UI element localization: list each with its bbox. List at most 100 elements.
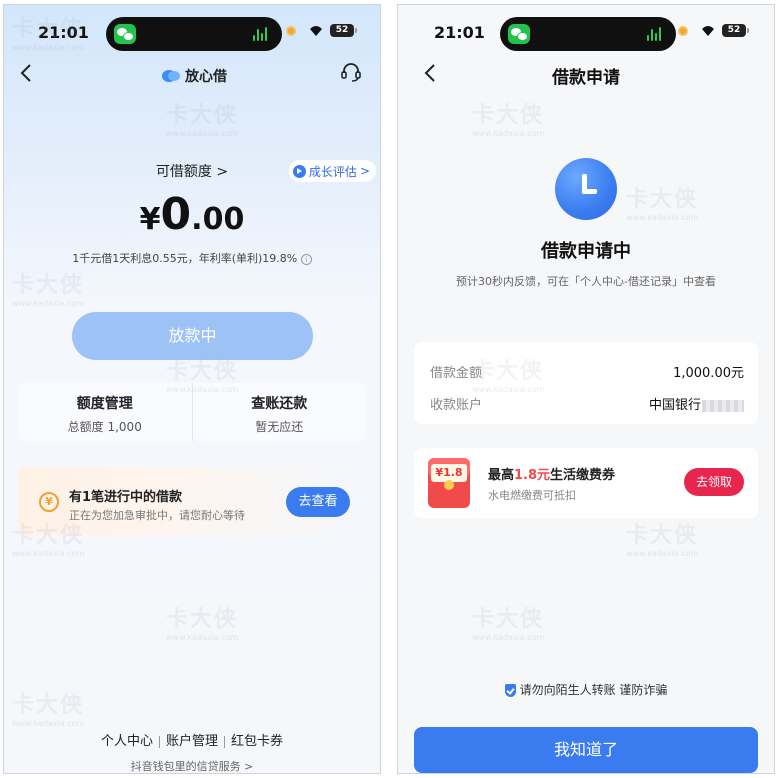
watermark: 卡大侠www.kadaxia.com (472, 601, 544, 642)
brand-name: 放心借 (185, 69, 227, 85)
interest-rate-text: 1千元借1天利息0.55元，年利率(单利)19.8% i (4, 250, 380, 266)
watermark-text: 卡大侠 (626, 187, 699, 212)
bottom-links: 个人中心 账户管理 红包卡券 (4, 730, 380, 749)
page-title: 借款申请 (552, 68, 620, 88)
repayment-button[interactable]: 查账还款 暂无应还 (193, 383, 367, 441)
envelope-seal (444, 480, 454, 490)
disbursing-button[interactable]: 放款中 (72, 312, 313, 360)
watermark: 卡大侠www.kadaxia.com (166, 97, 238, 138)
customer-service-icon[interactable] (340, 61, 362, 83)
watermark-url: www.kadaxia.com (12, 299, 85, 308)
watermark-url: www.kadaxia.com (166, 129, 239, 138)
quota-amount: ¥0.00 (4, 189, 380, 240)
wifi-icon (310, 26, 322, 36)
rate-text: 1千元借1天利息0.55元，年利率(单利)19.8% (72, 252, 298, 265)
detail-value: 1,000.00元 (673, 366, 744, 381)
watermark-url: www.kadaxia.com (472, 633, 545, 642)
recording-dot-icon (286, 26, 296, 36)
watermark-text: 卡大侠 (472, 103, 545, 128)
shield-icon (504, 684, 516, 697)
coupon-card: ¥1.8 最高1.8元生活缴费券 水电燃缴费可抵扣 去领取 (414, 448, 758, 518)
bank-name: 中国银行 (648, 398, 701, 413)
brand-logo-icon (162, 70, 180, 82)
claim-coupon-button[interactable]: 去领取 (684, 468, 744, 496)
loan-application-screen: 21:01 52 借款申请 借款申请中 预计30秒内反馈，可在「个人中心-借还记… (397, 4, 775, 774)
detail-key: 收款账户 (430, 398, 483, 413)
watermark-url: www.kadaxia.com (166, 633, 239, 642)
quota-management-button[interactable]: 额度管理 总额度 1,000 (18, 383, 193, 441)
status-time: 21:01 (434, 23, 485, 42)
pending-loan-title: 有1笔进行中的借款 (69, 490, 183, 505)
growth-icon (292, 164, 306, 178)
currency-symbol: ¥ (139, 202, 161, 237)
watermark-text: 卡大侠 (472, 607, 545, 632)
watermark-url: www.kadaxia.com (626, 549, 699, 558)
safety-text: 请勿向陌生人转账 谨防诈骗 (519, 683, 668, 697)
management-panel: 额度管理 总额度 1,000 查账还款 暂无应还 (18, 383, 366, 441)
status-bar: 21:01 52 (4, 5, 380, 53)
coupon-title-suffix: 生活缴费券 (550, 468, 616, 483)
battery-icon: 52 (330, 24, 357, 37)
receiving-account-row: 收款账户 中国银行 (430, 394, 744, 413)
info-icon[interactable]: i (300, 253, 312, 265)
coupons-link[interactable]: 红包卡券 (231, 734, 283, 749)
personal-center-link[interactable]: 个人中心 (101, 734, 153, 749)
got-it-button[interactable]: 我知道了 (414, 727, 758, 773)
chevron-right-icon: > (216, 164, 229, 180)
audio-wave-icon (253, 27, 269, 41)
coupon-amount-highlight: 1.8元 (514, 468, 551, 483)
pending-loan-subtitle: 正在为您加急审批中，请您耐心等待 (69, 509, 245, 522)
status-time: 21:01 (38, 23, 89, 42)
dynamic-island (106, 17, 282, 51)
loan-detail-card: 借款金额 1,000.00元 收款账户 中国银行 (414, 342, 758, 424)
audio-wave-icon (647, 27, 663, 41)
amount-decimal: .00 (191, 202, 245, 237)
watermark: 卡大侠www.kadaxia.com (626, 517, 698, 558)
loan-amount-row: 借款金额 1,000.00元 (430, 362, 744, 381)
clock-icon (555, 158, 617, 220)
watermark-text: 卡大侠 (166, 359, 239, 384)
watermark: 卡大侠www.kadaxia.com (12, 267, 84, 308)
repayment-status-text: 暂无应还 (255, 420, 304, 434)
growth-label: 成长评估 (308, 164, 357, 179)
pending-loan-card: ¥ 有1笔进行中的借款 正在为您加急审批中，请您耐心等待 去查看 (18, 467, 366, 535)
dynamic-island (500, 17, 676, 51)
coupon-title-prefix: 最高 (488, 468, 515, 483)
coupon-title: 最高1.8元生活缴费券 (488, 464, 615, 483)
view-loan-button[interactable]: 去查看 (286, 487, 350, 517)
service-footer-link[interactable]: 抖音钱包里的信贷服务 > (4, 758, 380, 773)
battery-icon: 52 (722, 24, 749, 37)
watermark-text: 卡大侠 (12, 273, 85, 298)
yen-icon: ¥ (39, 492, 59, 512)
back-arrow-icon[interactable] (16, 61, 36, 85)
watermark: 卡大侠www.kadaxia.com (626, 181, 698, 222)
quota-label: 可借额度 (155, 164, 212, 180)
watermark-url: www.kadaxia.com (12, 549, 85, 558)
account-management-link[interactable]: 账户管理 (166, 734, 218, 749)
watermark-url: www.kadaxia.com (12, 719, 85, 728)
detail-value: 中国银行 (649, 394, 744, 413)
recording-dot-icon (678, 26, 688, 36)
wechat-icon (508, 24, 530, 44)
growth-assessment-button[interactable]: 成长评估 > (288, 160, 376, 182)
watermark-url: www.kadaxia.com (626, 213, 699, 222)
amount-integer: 0 (160, 189, 192, 240)
watermark-text: 卡大侠 (12, 693, 85, 718)
wifi-icon (702, 26, 714, 36)
watermark: 卡大侠www.kadaxia.com (12, 687, 84, 728)
application-status-note: 预计30秒内反馈，可在「个人中心-借还记录」中查看 (456, 275, 716, 288)
status-bar: 21:01 52 (398, 5, 774, 53)
watermark: 卡大侠www.kadaxia.com (166, 601, 238, 642)
total-quota-text: 总额度 1,000 (67, 420, 142, 434)
quota-management-title: 额度管理 (76, 396, 133, 412)
watermark-url: www.kadaxia.com (472, 129, 545, 138)
repayment-title: 查账还款 (251, 396, 308, 412)
divider (224, 735, 225, 748)
wechat-icon (114, 24, 136, 44)
masked-account-number (702, 399, 744, 412)
coupon-subtitle: 水电燃缴费可抵扣 (488, 489, 576, 502)
watermark: 卡大侠www.kadaxia.com (472, 97, 544, 138)
application-status-title: 借款申请中 (541, 241, 631, 262)
divider (158, 735, 160, 748)
watermark-text: 卡大侠 (166, 607, 239, 632)
